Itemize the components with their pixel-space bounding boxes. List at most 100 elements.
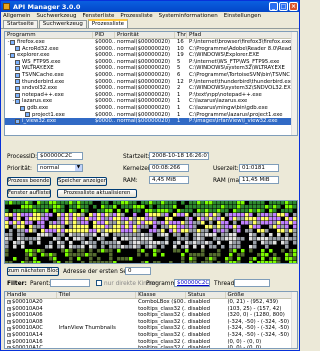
table-row[interactable]: WLTRAY.EXE $0000... normal($00000020) 5 C:\W… <box>5 65 297 72</box>
direct-children-checkbox[interactable] <box>96 280 102 286</box>
menu-suchwerkzeug[interactable]: Suchwerkzeug <box>36 13 76 19</box>
expand-icon[interactable]: + <box>7 306 11 311</box>
memory-page-block <box>169 225 173 229</box>
process-list-scrollbar[interactable] <box>291 32 297 135</box>
column-header-groesse[interactable]: Größe <box>226 292 297 298</box>
memory-map[interactable] <box>4 200 298 264</box>
column-header-titel[interactable]: Titel <box>57 292 137 298</box>
memory-page-block <box>41 249 45 253</box>
table-row[interactable]: - firefox.exe $0000... normal($00000020) 16 P… <box>5 39 297 46</box>
memory-page-block <box>85 257 89 261</box>
table-row[interactable]: + $00010A16 tooltips_class32 (... disabled (… <box>5 339 297 346</box>
memory-page-block <box>125 209 129 213</box>
table-row[interactable]: + $00010A04 tooltips_class32 (... disabled (… <box>5 306 297 313</box>
memory-page-block <box>101 213 105 217</box>
expand-icon[interactable]: + <box>7 346 11 348</box>
memory-page-block <box>117 245 121 249</box>
table-row[interactable]: + $00010A08 tooltips_class32 (... disabled (… <box>5 319 297 326</box>
tab-suchwerkzeug[interactable]: Suchwerkzeug <box>38 20 87 28</box>
start-time-field[interactable]: 2008-10-18 16:26:07 <box>149 152 209 160</box>
memory-page-block <box>221 221 225 225</box>
menu-systeminformationen[interactable]: Systeminformationen <box>159 13 218 19</box>
user-time-field[interactable]: 01:0181 <box>239 164 279 172</box>
memory-page-block <box>137 261 141 263</box>
table-row[interactable]: project1.exe $0000... normal($00000020) 1 C:… <box>5 112 297 119</box>
table-row[interactable]: - lazarus.exe $0000... normal($00000020) 1 C:… <box>5 98 297 105</box>
table-row[interactable]: i_view32.exe $0000... normal($00000020) 1 P:… <box>5 118 297 125</box>
column-header-prioritaet[interactable]: Priorität <box>115 32 175 38</box>
column-header-klasse[interactable]: Klasse <box>136 292 186 298</box>
column-header-handle[interactable]: Handle <box>5 292 57 298</box>
table-row[interactable]: gdb.exe $0000... normal($00000020) 1 C:\laza… <box>5 105 297 112</box>
process-list[interactable]: Programm PID Priorität Thread Pfad -fire… <box>4 31 298 136</box>
expand-icon[interactable]: + <box>7 313 11 318</box>
list-windows-button[interactable]: Fenster auflisten <box>7 189 51 198</box>
parent-field[interactable] <box>50 279 90 287</box>
column-header-thread[interactable]: Thread <box>175 32 187 38</box>
table-row[interactable]: AcroRd32.exe $0000... normal($00000020) 10 C… <box>5 46 297 53</box>
minimize-icon[interactable]: _ <box>269 2 278 11</box>
memory-page-block <box>85 237 89 241</box>
table-row[interactable]: notepad++.exe $0000... normal($00000020) 1 P… <box>5 92 297 99</box>
table-row[interactable]: + $00010A0C IrfanView Thumbnails tooltips_c… <box>5 325 297 332</box>
table-row[interactable]: + $00010A14 tooltips_class32 (... disabled (… <box>5 332 297 339</box>
column-header-status[interactable]: Status <box>186 292 226 298</box>
table-row[interactable]: sndvol32.exe $0000... normal($00000020) 2 C:… <box>5 85 297 92</box>
ram-max-field[interactable]: 11,45 MiB <box>239 176 279 184</box>
memory-page-block <box>73 237 77 241</box>
memory-page-block <box>241 209 245 213</box>
first-page-address-field[interactable]: 0 <box>125 267 151 275</box>
expand-icon[interactable]: + <box>7 320 11 325</box>
thread-filter-field[interactable] <box>234 279 270 287</box>
close-icon[interactable]: × <box>289 2 298 11</box>
column-header-pid[interactable]: PID <box>93 32 115 38</box>
window-title-cell <box>57 332 136 339</box>
ram-field[interactable]: 4,45 MiB <box>149 176 189 184</box>
show-memory-button[interactable]: Speicher anzeigen <box>57 177 107 186</box>
table-row[interactable]: - explorer.exe $0000... normal($00000020) 19… <box>5 52 297 59</box>
memory-page-block <box>5 201 9 205</box>
window-list-scrollbar[interactable] <box>291 292 297 348</box>
memory-page-block <box>89 237 93 241</box>
memory-page-block <box>161 241 165 245</box>
memory-page-block <box>193 253 197 257</box>
memory-page-block <box>33 213 37 217</box>
expand-icon[interactable]: + <box>7 333 11 338</box>
end-process-button[interactable]: Prozess beenden <box>7 177 51 186</box>
memory-page-block <box>109 217 113 221</box>
tab-startseite[interactable]: Startseite <box>3 20 38 28</box>
next-block-button[interactable]: zum nächsten Block <box>7 267 59 276</box>
menu-einstellungen[interactable]: Einstellungen <box>224 13 261 19</box>
column-header-pfad[interactable]: Pfad <box>187 32 297 38</box>
memory-page-block <box>5 237 9 241</box>
kernel-time-field[interactable]: 00:08:266 <box>149 164 189 172</box>
tab-prozessliste[interactable]: Prozessliste <box>87 19 129 28</box>
refresh-process-list-button[interactable]: Prozessliste aktualisieren <box>57 189 137 198</box>
expand-icon[interactable]: + <box>7 326 11 331</box>
column-header-programm[interactable]: Programm <box>5 32 93 38</box>
expand-icon[interactable]: + <box>7 300 11 305</box>
maximize-icon[interactable]: □ <box>279 2 288 11</box>
menu-allgemein[interactable]: Allgemein <box>3 13 30 19</box>
process-id-field[interactable]: $00000C2C <box>37 152 83 160</box>
priority-select[interactable]: normal ▼ <box>37 164 83 172</box>
window-list[interactable]: Handle Titel Klasse Status Größe + $00010… <box>4 291 298 349</box>
table-row[interactable]: TSVNCache.exe $0000... normal($00000020) 6 C… <box>5 72 297 79</box>
memory-page-block <box>193 217 197 221</box>
memory-page-block <box>257 245 261 249</box>
table-row[interactable]: + $00010A1C tooltips_class32 (... disabled (… <box>5 345 297 348</box>
memory-page-block <box>17 257 21 261</box>
memory-page-block <box>181 249 185 253</box>
expand-icon[interactable]: + <box>7 339 11 344</box>
table-row[interactable]: thunderbird.exe $0000... normal($00000020)… <box>5 79 297 86</box>
memory-page-block <box>181 209 185 213</box>
table-row[interactable]: + $00010A06 tooltips_class32 (... disabled (… <box>5 312 297 319</box>
program-filter-field[interactable]: $00000C2C <box>174 279 210 287</box>
table-row[interactable]: + $00010A20 ComboLBox ($00... disabled (0, 2… <box>5 299 297 306</box>
memory-page-block <box>161 213 165 217</box>
memory-page-block <box>181 245 185 249</box>
memory-page-block <box>241 249 245 253</box>
memory-page-block <box>241 221 245 225</box>
memory-page-block <box>297 205 298 209</box>
table-row[interactable]: WS_FTP95.exe $0000... normal($00000020) 5 P:… <box>5 59 297 66</box>
